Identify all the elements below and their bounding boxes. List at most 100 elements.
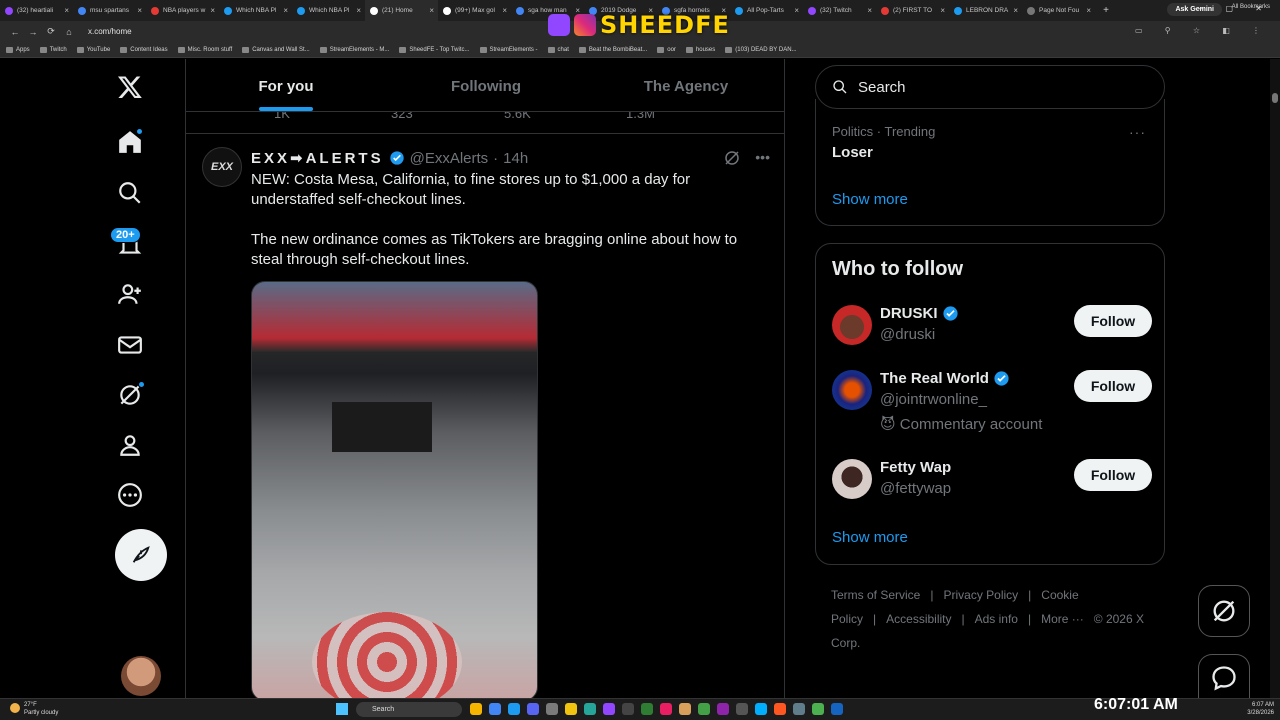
browser-tab[interactable]: NBA players w × [146, 0, 219, 21]
tweet-time[interactable]: 14h [503, 150, 528, 167]
bookmark-item[interactable]: Apps [6, 46, 30, 53]
tab-close-icon[interactable]: × [283, 6, 288, 15]
taskbar-app-icon[interactable] [736, 703, 748, 715]
follow-button[interactable]: Follow [1074, 305, 1152, 337]
explore-icon[interactable] [116, 179, 144, 207]
grok-icon[interactable] [116, 381, 145, 409]
bookmark-item[interactable]: Content Ideas [120, 46, 168, 53]
tab-close-icon[interactable]: × [502, 6, 507, 15]
taskbar-app-icon[interactable] [584, 703, 596, 715]
messages-fab[interactable] [1198, 654, 1250, 700]
suggestion-handle[interactable]: @fettywap [880, 480, 951, 497]
repost-count[interactable]: 323 [391, 112, 413, 121]
compose-post-button[interactable] [115, 529, 167, 581]
weather-widget[interactable]: 27°F Partly cloudy [10, 701, 58, 717]
tab-close-icon[interactable]: × [794, 6, 799, 15]
taskbar-app-icon[interactable] [489, 703, 501, 715]
taskbar-app-icon[interactable] [812, 703, 824, 715]
tab-the-agency[interactable]: The Agency [586, 59, 784, 111]
real-world-avatar[interactable] [832, 370, 872, 410]
trends-show-more[interactable]: Show more [832, 191, 908, 208]
taskbar-app-icon[interactable] [755, 703, 767, 715]
taskbar-app-icon[interactable] [679, 703, 691, 715]
taskbar-app-icon[interactable] [831, 703, 843, 715]
scroll-thumb[interactable] [1272, 93, 1278, 103]
browser-tab[interactable]: Which NBA Pl × [219, 0, 292, 21]
browser-tab[interactable]: (21) Home × [365, 0, 438, 21]
bookmark-item[interactable]: YouTube [76, 46, 110, 53]
tweet[interactable]: EXX EXX➡ALERTS @ExxAlerts · 14h ••• NEW:… [186, 135, 784, 700]
like-count[interactable]: 5.6K [504, 112, 531, 121]
bookmark-item[interactable]: houses [685, 46, 715, 53]
tab-close-icon[interactable]: × [867, 6, 872, 15]
taskbar-app-icon[interactable] [774, 703, 786, 715]
follow-button[interactable]: Follow [1074, 370, 1152, 402]
taskbar-app-icon[interactable] [698, 703, 710, 715]
tab-close-icon[interactable]: × [429, 6, 434, 15]
bookmark-item[interactable]: chat [547, 46, 569, 53]
fetty-wap-avatar[interactable] [832, 459, 872, 499]
grok-fab[interactable] [1198, 585, 1250, 637]
browser-tab[interactable]: (32) heartiali × [0, 0, 73, 21]
tab-close-icon[interactable]: × [1086, 6, 1091, 15]
suggestion-name[interactable]: DRUSKI [880, 305, 959, 322]
view-count[interactable]: 1.3M [626, 112, 655, 121]
taskbar-app-icon[interactable] [641, 703, 653, 715]
tweet-avatar[interactable]: EXX [202, 147, 242, 187]
bookmark-item[interactable]: StreamElements - M... [319, 46, 389, 53]
footer-link[interactable]: Accessibility [886, 612, 951, 626]
footer-link[interactable]: More ··· [1041, 612, 1084, 626]
tab-close-icon[interactable]: × [940, 6, 945, 15]
tab-close-icon[interactable]: × [210, 6, 215, 15]
suggestion-name[interactable]: The Real World [880, 370, 1010, 387]
back-icon[interactable]: ← [6, 27, 24, 37]
browser-tab[interactable]: (99+) Max gol × [438, 0, 511, 21]
tweet-video[interactable] [251, 281, 538, 700]
taskbar-app-icon[interactable] [546, 703, 558, 715]
druski-avatar[interactable] [832, 305, 872, 345]
browser-tab[interactable]: (32) Twitch × [803, 0, 876, 21]
forward-icon[interactable]: → [24, 27, 42, 37]
browser-tab[interactable]: msu spartans × [73, 0, 146, 21]
footer-link[interactable]: Ads info [975, 612, 1018, 626]
bookmark-item[interactable]: Twitch [39, 46, 67, 53]
tweet-more-icon[interactable]: ••• [755, 149, 770, 167]
bookmark-item[interactable]: Misc. Room stuff [177, 46, 232, 53]
follow-button[interactable]: Follow [1074, 459, 1152, 491]
taskbar-app-icon[interactable] [717, 703, 729, 715]
taskbar-app-icon[interactable] [793, 703, 805, 715]
browser-tab[interactable]: Page Not Fou × [1022, 0, 1095, 21]
tab-close-icon[interactable]: × [1013, 6, 1018, 15]
taskbar-app-icon[interactable] [565, 703, 577, 715]
taskbar-app-icon[interactable] [622, 703, 634, 715]
taskbar-app-icon[interactable] [470, 703, 482, 715]
grok-analyze-icon[interactable] [723, 149, 741, 167]
more-icon[interactable] [116, 481, 144, 509]
who-to-follow-show-more[interactable]: Show more [832, 529, 908, 546]
communities-icon[interactable] [116, 280, 144, 308]
trend-more-icon[interactable]: ··· [1129, 124, 1146, 140]
home-nav-icon[interactable] [116, 128, 144, 156]
new-tab-button[interactable]: + [1099, 5, 1113, 16]
tab-close-icon[interactable]: × [356, 6, 361, 15]
reload-icon[interactable]: ⟳ [42, 26, 60, 37]
messages-icon[interactable] [116, 331, 144, 359]
browser-tab[interactable]: All Pop-Tarts × [730, 0, 803, 21]
bookmark-item[interactable]: SheedFE - Top Twitc... [399, 46, 470, 53]
browser-tab[interactable]: Which NBA Pl × [292, 0, 365, 21]
taskbar-app-icon[interactable] [508, 703, 520, 715]
tab-following[interactable]: Following [386, 59, 586, 111]
browser-tab[interactable]: (2) FIRST TO × [876, 0, 949, 21]
account-avatar[interactable] [121, 656, 161, 696]
bookmark-item[interactable]: StreamElements - [479, 46, 538, 53]
page-scrollbar[interactable] [1270, 59, 1280, 700]
tab-close-icon[interactable]: × [137, 6, 142, 15]
browser-tab[interactable]: LEBRON DRA × [949, 0, 1022, 21]
bookmark-item[interactable]: oor [657, 46, 676, 53]
taskbar-search[interactable]: Search [356, 702, 462, 717]
home-icon[interactable]: ⌂ [60, 27, 78, 37]
profile-icon[interactable] [116, 431, 144, 459]
taskbar-app-icon[interactable] [660, 703, 672, 715]
browser-toolbar-icons[interactable]: ▭ ⚲ ☆ ◧ ⋮ [1135, 26, 1270, 35]
all-bookmarks[interactable]: All Bookmarks [1232, 4, 1270, 10]
